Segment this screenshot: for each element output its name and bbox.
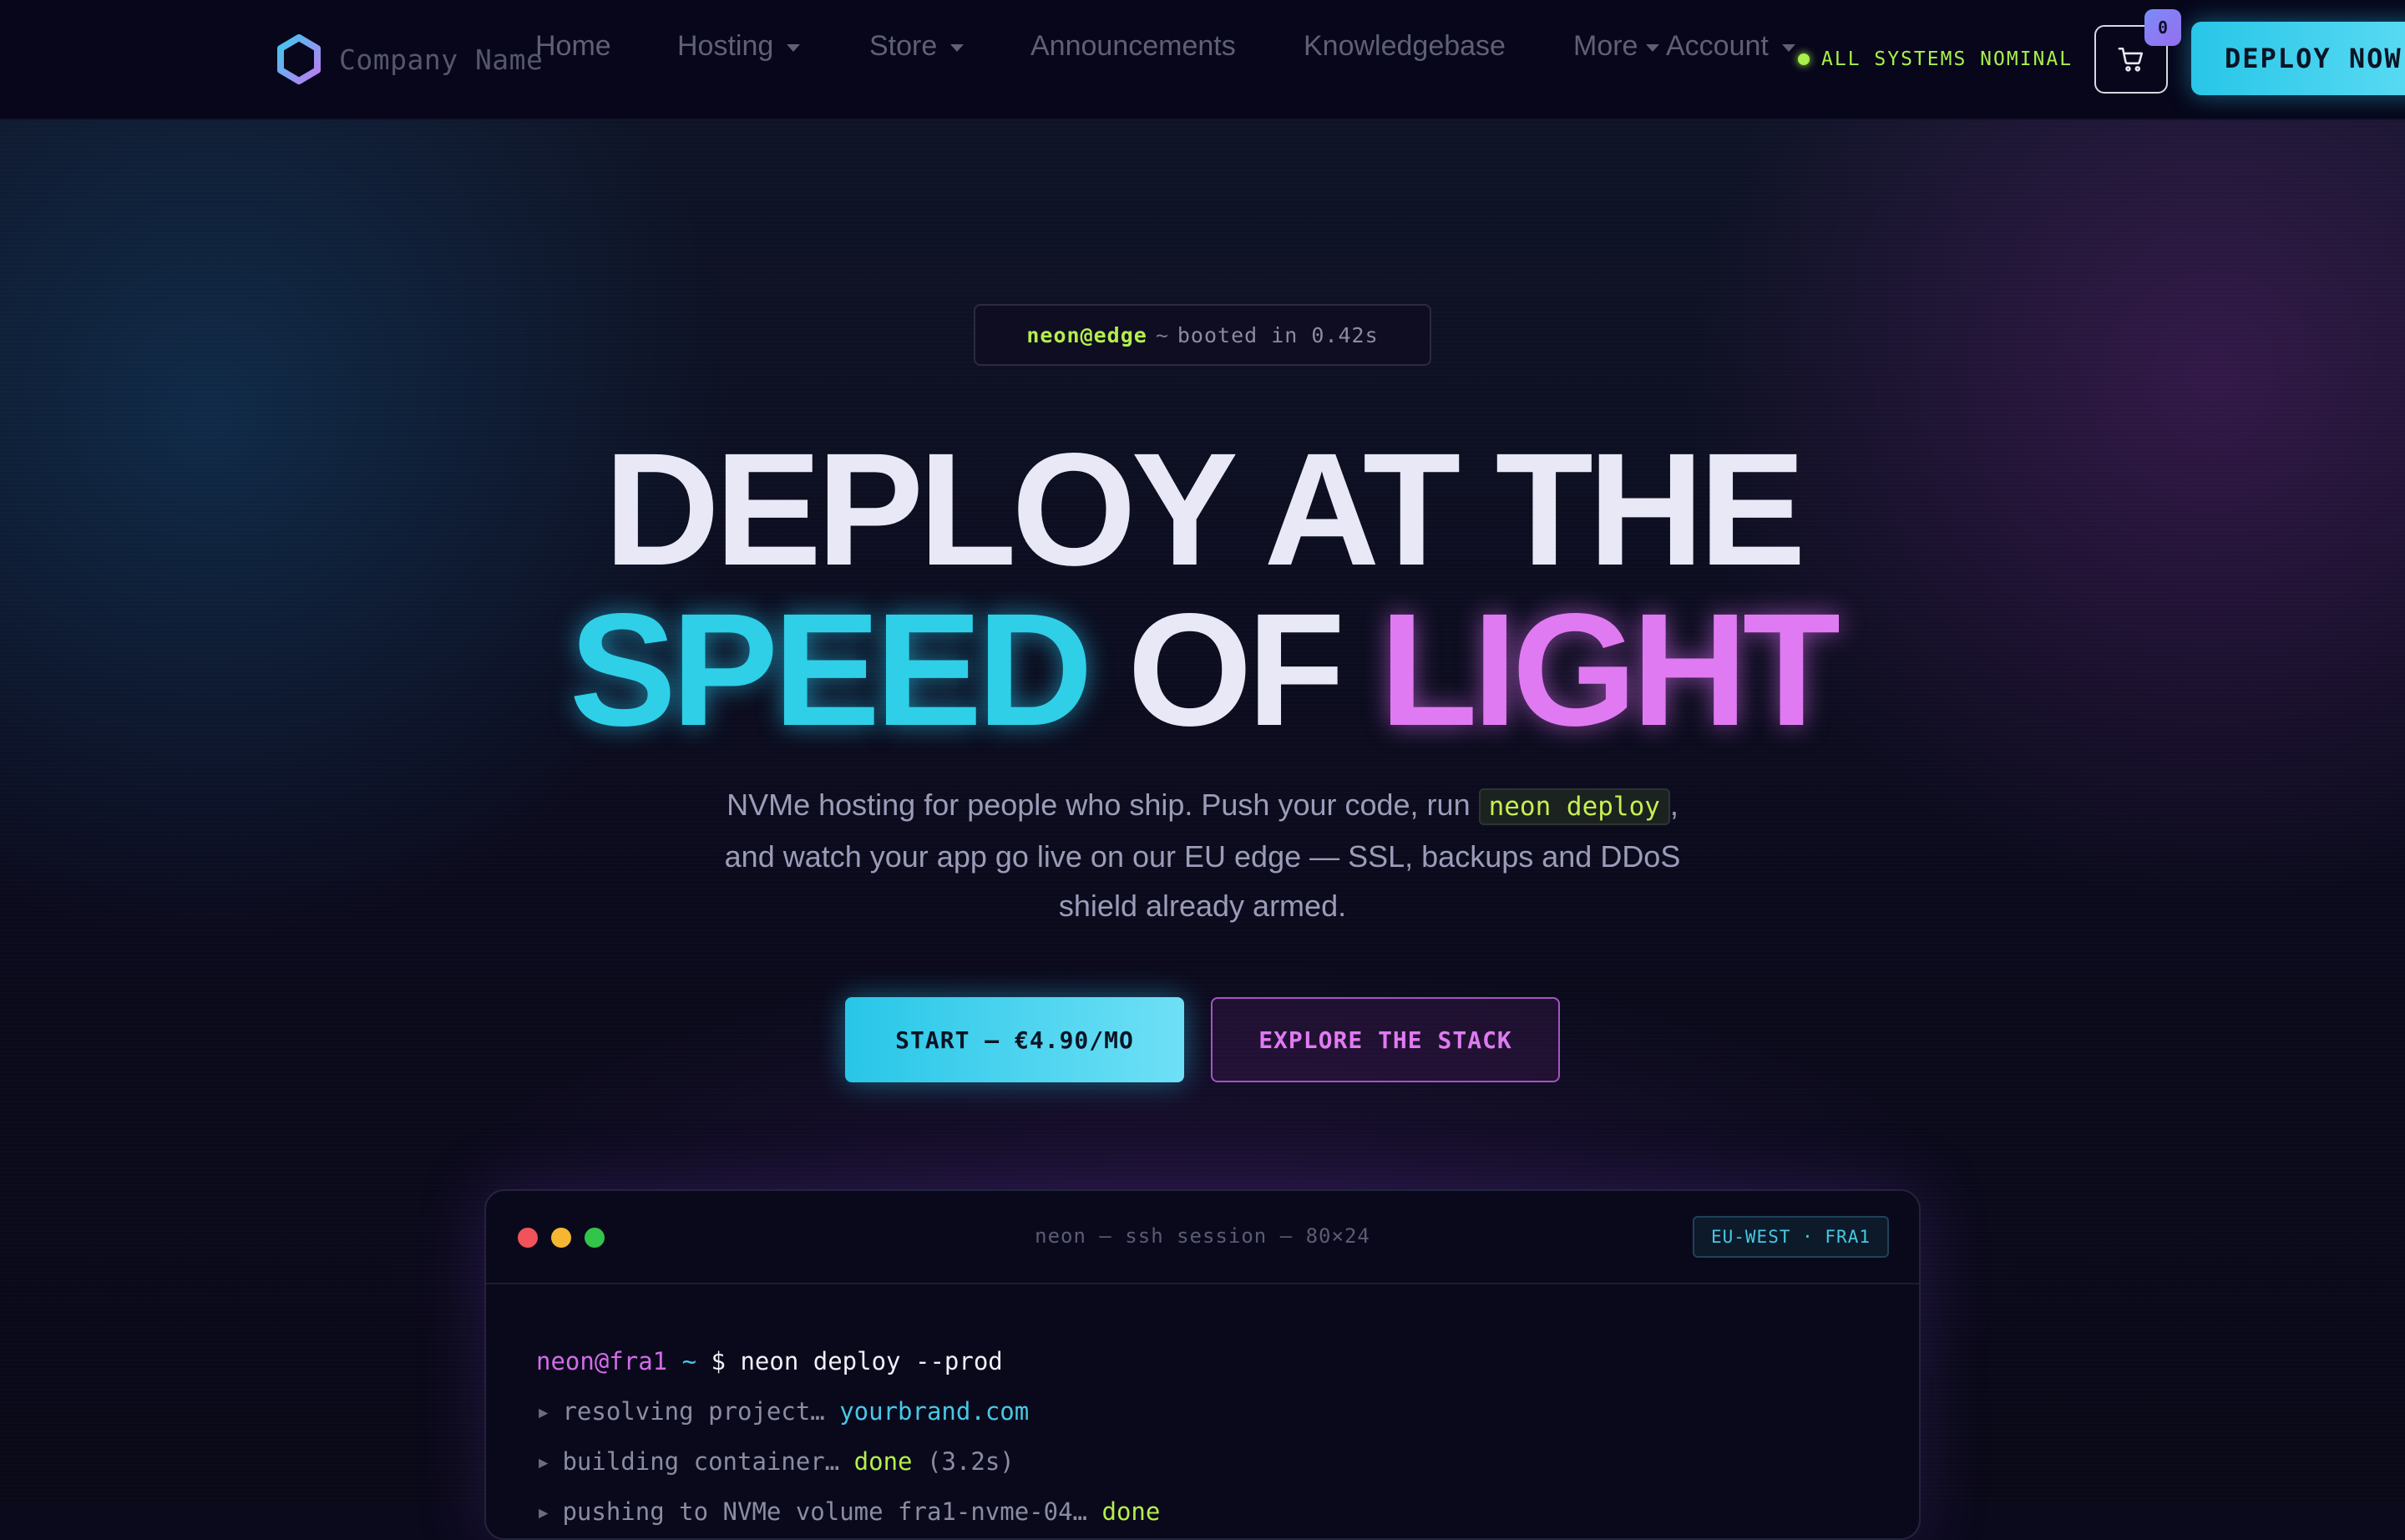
arrow-right-icon: ▸ xyxy=(536,1397,551,1426)
terminal-prompt-line: neon@fra1 ~ $ neon deploy --prod xyxy=(536,1336,1160,1386)
nav-item-account[interactable]: Account xyxy=(1666,30,1795,63)
status-dot-icon xyxy=(1798,53,1810,65)
brand-name: Company Name xyxy=(339,43,544,76)
title-word-light: LIGHT xyxy=(1380,580,1840,759)
title-word-speed: SPEED xyxy=(569,580,1093,759)
line-status: done xyxy=(1101,1497,1161,1526)
explore-stack-button[interactable]: EXPLORE THE STACK xyxy=(1211,997,1560,1082)
prompt-user: neon@fra1 xyxy=(536,1347,668,1375)
pill-text: booted in 0.42s xyxy=(1177,322,1379,347)
terminal-output: neon@fra1 ~ $ neon deploy --prod ▸ resolv… xyxy=(536,1336,1160,1537)
arrow-right-icon: ▸ xyxy=(536,1497,551,1526)
nav-item-label: Account xyxy=(1666,30,1769,62)
nav-item-label: Hosting xyxy=(677,30,774,62)
brand[interactable]: Company Name xyxy=(272,32,543,87)
chevron-down-icon xyxy=(787,44,801,52)
title-word-of: OF xyxy=(1127,580,1345,759)
cart-count-badge: 0 xyxy=(2144,9,2181,46)
lead-text-before: NVMe hosting for people who ship. Push y… xyxy=(727,788,1479,822)
line-text: resolving project… xyxy=(562,1397,825,1426)
pill-separator: ~ xyxy=(1155,322,1169,347)
arrow-right-icon: ▸ xyxy=(536,1447,551,1476)
line-text: pushing to NVMe volume fra1-nvme-04… xyxy=(562,1497,1088,1526)
nav-item-knowledgebase[interactable]: Knowledgebase xyxy=(1304,30,1506,63)
nav-item-label: Store xyxy=(869,30,938,62)
chevron-down-icon xyxy=(950,44,965,52)
hero-title-line2: SPEED OF LIGHT xyxy=(0,590,2405,750)
status-text: ALL SYSTEMS NOMINAL xyxy=(1821,48,2073,70)
inline-code: neon deploy xyxy=(1478,788,1670,825)
nav-item-hosting[interactable]: Hosting xyxy=(677,30,801,63)
prompt-tilde: ~ xyxy=(681,1347,697,1375)
nav-item-home[interactable]: Home xyxy=(535,30,611,63)
line-text: building container… xyxy=(562,1447,840,1476)
terminal-line: ▸ building container… done (3.2s) xyxy=(536,1436,1160,1487)
deploy-now-button[interactable]: DEPLOY NOW xyxy=(2191,22,2405,95)
cart-icon xyxy=(2118,47,2144,72)
chevron-down-icon xyxy=(1781,44,1795,52)
terminal-window: neon — ssh session — 80×24 EU-WEST · FRA… xyxy=(484,1189,1921,1540)
line-value: yourbrand.com xyxy=(839,1397,1030,1426)
terminal-line: ▸ pushing to NVMe volume fra1-nvme-04… do… xyxy=(536,1487,1160,1537)
hero-description: NVMe hosting for people who ship. Push y… xyxy=(701,780,1704,930)
top-nav: Company Name Home Hosting Store Announce… xyxy=(0,0,2405,120)
terminal-titlebar: neon — ssh session — 80×24 EU-WEST · FRA… xyxy=(486,1191,1919,1284)
boot-status-pill: neon@edge ~ booted in 0.42s xyxy=(974,304,1431,366)
line-status: done xyxy=(853,1447,913,1476)
start-plan-button[interactable]: START — €4.90/MO xyxy=(845,997,1184,1082)
pill-user: neon@edge xyxy=(1026,322,1147,347)
prompt-command: $ neon deploy --prod xyxy=(711,1347,1003,1375)
nav-item-announcements[interactable]: Announcements xyxy=(1030,30,1236,63)
chevron-down-icon xyxy=(1646,44,1660,52)
system-status: ALL SYSTEMS NOMINAL xyxy=(1798,48,2073,70)
line-time: (3.2s) xyxy=(926,1447,1015,1476)
region-badge: EU-WEST · FRA1 xyxy=(1692,1216,1889,1258)
nav-item-label: Knowledgebase xyxy=(1304,30,1506,62)
nav-item-label: Home xyxy=(535,30,611,62)
nav-item-more[interactable]: More xyxy=(1573,30,1660,63)
terminal-line: ▸ resolving project… yourbrand.com xyxy=(536,1386,1160,1436)
nav-item-label: Announcements xyxy=(1030,30,1236,62)
nav-item-label: More xyxy=(1573,30,1638,62)
hero-title-line1: DEPLOY AT THE xyxy=(604,419,1805,599)
nav-item-store[interactable]: Store xyxy=(869,30,965,63)
hexagon-logo-icon xyxy=(277,34,321,84)
